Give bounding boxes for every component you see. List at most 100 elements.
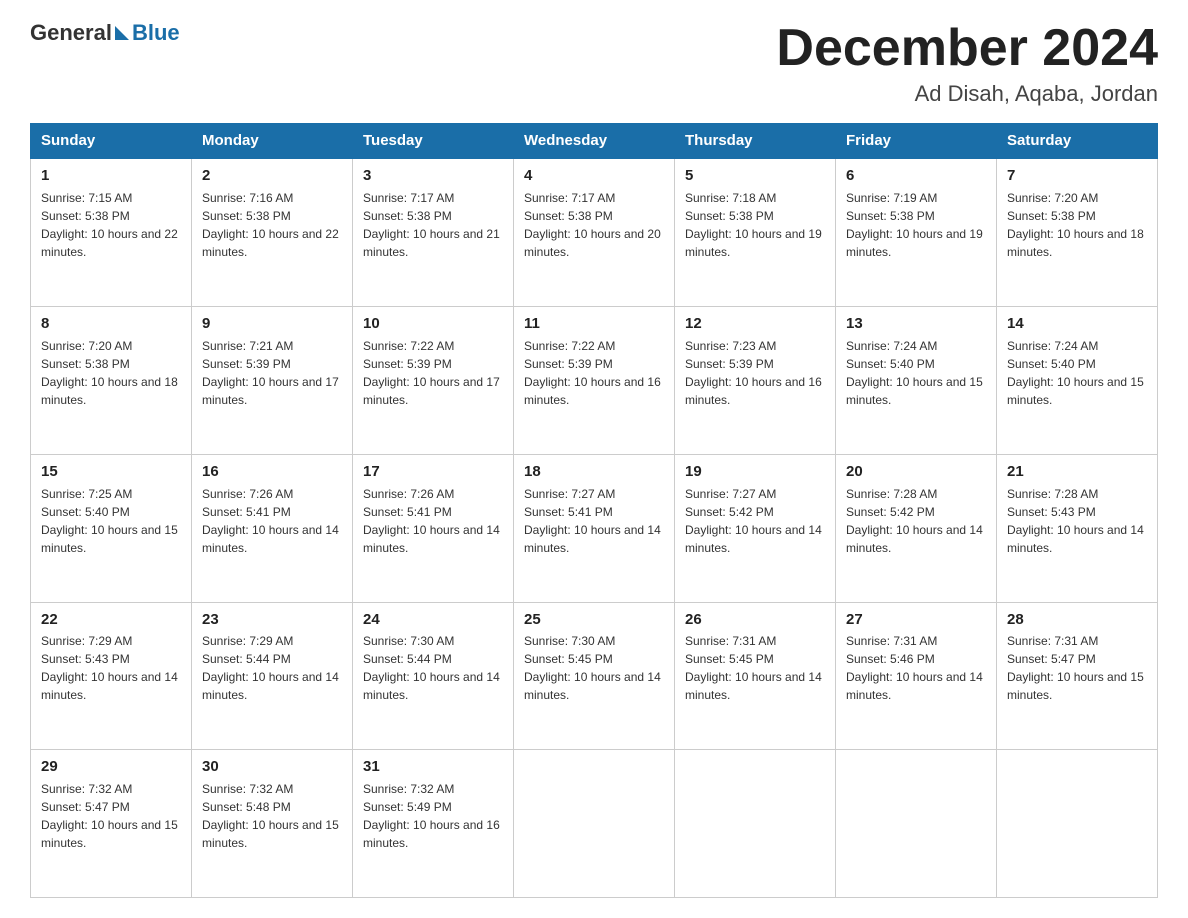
day-info: Sunrise: 7:23 AMSunset: 5:39 PMDaylight:… xyxy=(685,337,825,409)
calendar-week-1: 1Sunrise: 7:15 AMSunset: 5:38 PMDaylight… xyxy=(31,158,1158,306)
location-subtitle: Ad Disah, Aqaba, Jordan xyxy=(776,81,1158,107)
main-title: December 2024 xyxy=(776,20,1158,77)
header-thursday: Thursday xyxy=(675,124,836,159)
table-row: 7Sunrise: 7:20 AMSunset: 5:38 PMDaylight… xyxy=(997,158,1158,306)
table-row: 23Sunrise: 7:29 AMSunset: 5:44 PMDayligh… xyxy=(192,602,353,750)
day-number: 13 xyxy=(846,313,986,335)
table-row: 3Sunrise: 7:17 AMSunset: 5:38 PMDaylight… xyxy=(353,158,514,306)
day-number: 16 xyxy=(202,461,342,483)
day-number: 2 xyxy=(202,165,342,187)
day-info: Sunrise: 7:17 AMSunset: 5:38 PMDaylight:… xyxy=(524,189,664,261)
day-number: 20 xyxy=(846,461,986,483)
table-row: 17Sunrise: 7:26 AMSunset: 5:41 PMDayligh… xyxy=(353,454,514,602)
table-row: 19Sunrise: 7:27 AMSunset: 5:42 PMDayligh… xyxy=(675,454,836,602)
table-row: 22Sunrise: 7:29 AMSunset: 5:43 PMDayligh… xyxy=(31,602,192,750)
table-row: 21Sunrise: 7:28 AMSunset: 5:43 PMDayligh… xyxy=(997,454,1158,602)
day-info: Sunrise: 7:31 AMSunset: 5:46 PMDaylight:… xyxy=(846,632,986,704)
calendar-table: Sunday Monday Tuesday Wednesday Thursday… xyxy=(30,123,1158,898)
day-number: 21 xyxy=(1007,461,1147,483)
header-friday: Friday xyxy=(836,124,997,159)
day-number: 30 xyxy=(202,756,342,778)
table-row: 4Sunrise: 7:17 AMSunset: 5:38 PMDaylight… xyxy=(514,158,675,306)
day-info: Sunrise: 7:20 AMSunset: 5:38 PMDaylight:… xyxy=(1007,189,1147,261)
title-block: December 2024 Ad Disah, Aqaba, Jordan xyxy=(776,20,1158,107)
day-number: 8 xyxy=(41,313,181,335)
header-saturday: Saturday xyxy=(997,124,1158,159)
day-info: Sunrise: 7:20 AMSunset: 5:38 PMDaylight:… xyxy=(41,337,181,409)
logo: General Blue xyxy=(30,20,180,46)
table-row: 8Sunrise: 7:20 AMSunset: 5:38 PMDaylight… xyxy=(31,307,192,455)
day-number: 11 xyxy=(524,313,664,335)
calendar-header-row: Sunday Monday Tuesday Wednesday Thursday… xyxy=(31,124,1158,159)
table-row: 6Sunrise: 7:19 AMSunset: 5:38 PMDaylight… xyxy=(836,158,997,306)
day-info: Sunrise: 7:22 AMSunset: 5:39 PMDaylight:… xyxy=(524,337,664,409)
table-row: 1Sunrise: 7:15 AMSunset: 5:38 PMDaylight… xyxy=(31,158,192,306)
table-row: 20Sunrise: 7:28 AMSunset: 5:42 PMDayligh… xyxy=(836,454,997,602)
day-info: Sunrise: 7:22 AMSunset: 5:39 PMDaylight:… xyxy=(363,337,503,409)
table-row xyxy=(675,750,836,898)
day-info: Sunrise: 7:29 AMSunset: 5:44 PMDaylight:… xyxy=(202,632,342,704)
calendar-week-3: 15Sunrise: 7:25 AMSunset: 5:40 PMDayligh… xyxy=(31,454,1158,602)
table-row: 11Sunrise: 7:22 AMSunset: 5:39 PMDayligh… xyxy=(514,307,675,455)
table-row xyxy=(997,750,1158,898)
table-row: 26Sunrise: 7:31 AMSunset: 5:45 PMDayligh… xyxy=(675,602,836,750)
table-row: 29Sunrise: 7:32 AMSunset: 5:47 PMDayligh… xyxy=(31,750,192,898)
day-number: 7 xyxy=(1007,165,1147,187)
day-info: Sunrise: 7:29 AMSunset: 5:43 PMDaylight:… xyxy=(41,632,181,704)
day-info: Sunrise: 7:30 AMSunset: 5:45 PMDaylight:… xyxy=(524,632,664,704)
day-number: 15 xyxy=(41,461,181,483)
header-tuesday: Tuesday xyxy=(353,124,514,159)
calendar-week-2: 8Sunrise: 7:20 AMSunset: 5:38 PMDaylight… xyxy=(31,307,1158,455)
table-row: 25Sunrise: 7:30 AMSunset: 5:45 PMDayligh… xyxy=(514,602,675,750)
day-number: 9 xyxy=(202,313,342,335)
table-row: 2Sunrise: 7:16 AMSunset: 5:38 PMDaylight… xyxy=(192,158,353,306)
day-info: Sunrise: 7:24 AMSunset: 5:40 PMDaylight:… xyxy=(1007,337,1147,409)
day-number: 18 xyxy=(524,461,664,483)
day-info: Sunrise: 7:16 AMSunset: 5:38 PMDaylight:… xyxy=(202,189,342,261)
table-row: 9Sunrise: 7:21 AMSunset: 5:39 PMDaylight… xyxy=(192,307,353,455)
table-row: 28Sunrise: 7:31 AMSunset: 5:47 PMDayligh… xyxy=(997,602,1158,750)
table-row: 13Sunrise: 7:24 AMSunset: 5:40 PMDayligh… xyxy=(836,307,997,455)
header-monday: Monday xyxy=(192,124,353,159)
day-number: 31 xyxy=(363,756,503,778)
logo-text: General Blue xyxy=(30,20,180,46)
day-info: Sunrise: 7:28 AMSunset: 5:42 PMDaylight:… xyxy=(846,485,986,557)
table-row: 30Sunrise: 7:32 AMSunset: 5:48 PMDayligh… xyxy=(192,750,353,898)
day-number: 17 xyxy=(363,461,503,483)
day-number: 10 xyxy=(363,313,503,335)
day-number: 5 xyxy=(685,165,825,187)
day-info: Sunrise: 7:27 AMSunset: 5:41 PMDaylight:… xyxy=(524,485,664,557)
logo-flag-icon xyxy=(115,26,129,40)
day-info: Sunrise: 7:30 AMSunset: 5:44 PMDaylight:… xyxy=(363,632,503,704)
logo-general-text: General xyxy=(30,20,112,46)
day-info: Sunrise: 7:17 AMSunset: 5:38 PMDaylight:… xyxy=(363,189,503,261)
table-row: 24Sunrise: 7:30 AMSunset: 5:44 PMDayligh… xyxy=(353,602,514,750)
header-wednesday: Wednesday xyxy=(514,124,675,159)
day-info: Sunrise: 7:21 AMSunset: 5:39 PMDaylight:… xyxy=(202,337,342,409)
day-info: Sunrise: 7:26 AMSunset: 5:41 PMDaylight:… xyxy=(363,485,503,557)
day-number: 12 xyxy=(685,313,825,335)
table-row xyxy=(514,750,675,898)
table-row: 27Sunrise: 7:31 AMSunset: 5:46 PMDayligh… xyxy=(836,602,997,750)
day-info: Sunrise: 7:28 AMSunset: 5:43 PMDaylight:… xyxy=(1007,485,1147,557)
day-info: Sunrise: 7:32 AMSunset: 5:49 PMDaylight:… xyxy=(363,780,503,852)
day-number: 25 xyxy=(524,609,664,631)
header: General Blue December 2024 Ad Disah, Aqa… xyxy=(30,20,1158,107)
day-info: Sunrise: 7:15 AMSunset: 5:38 PMDaylight:… xyxy=(41,189,181,261)
day-number: 29 xyxy=(41,756,181,778)
day-number: 14 xyxy=(1007,313,1147,335)
day-info: Sunrise: 7:26 AMSunset: 5:41 PMDaylight:… xyxy=(202,485,342,557)
day-number: 22 xyxy=(41,609,181,631)
table-row: 31Sunrise: 7:32 AMSunset: 5:49 PMDayligh… xyxy=(353,750,514,898)
day-number: 26 xyxy=(685,609,825,631)
day-info: Sunrise: 7:27 AMSunset: 5:42 PMDaylight:… xyxy=(685,485,825,557)
calendar-week-4: 22Sunrise: 7:29 AMSunset: 5:43 PMDayligh… xyxy=(31,602,1158,750)
table-row: 18Sunrise: 7:27 AMSunset: 5:41 PMDayligh… xyxy=(514,454,675,602)
day-number: 1 xyxy=(41,165,181,187)
day-number: 23 xyxy=(202,609,342,631)
day-number: 27 xyxy=(846,609,986,631)
logo-blue-text: Blue xyxy=(132,20,180,46)
table-row: 10Sunrise: 7:22 AMSunset: 5:39 PMDayligh… xyxy=(353,307,514,455)
day-number: 6 xyxy=(846,165,986,187)
day-number: 24 xyxy=(363,609,503,631)
